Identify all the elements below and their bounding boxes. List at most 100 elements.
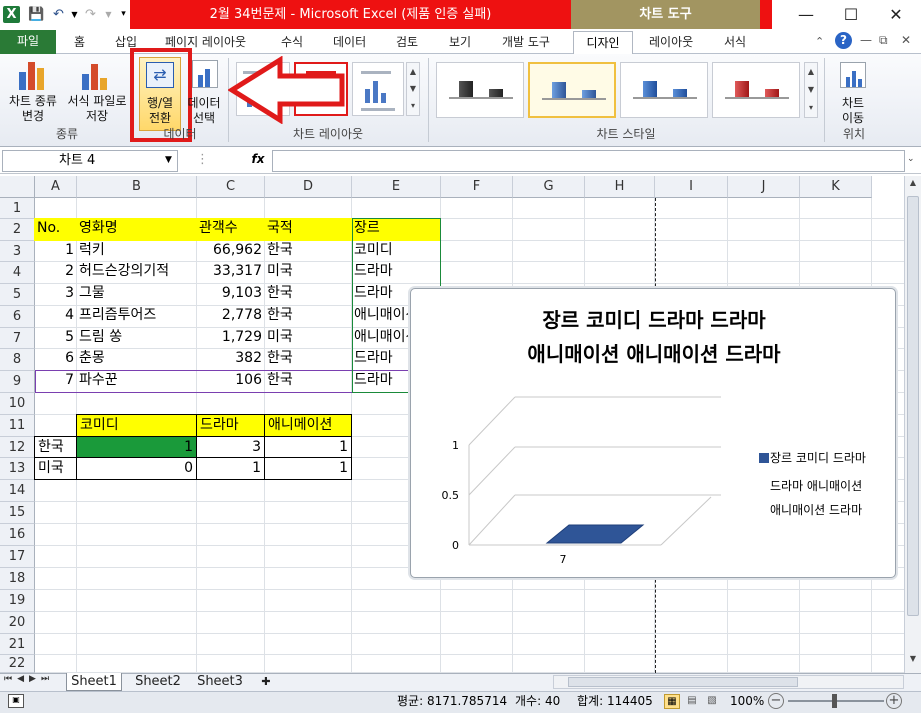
row-header[interactable]: 15 [0,502,35,524]
chart-layout-3[interactable] [352,62,404,116]
normal-view-icon[interactable]: ▦ [664,694,680,709]
table1-cell[interactable]: 한국 [264,348,352,371]
tab-view[interactable]: 보기 [443,32,477,54]
horizontal-scrollbar[interactable] [553,675,904,689]
zoom-in-icon[interactable]: + [886,693,902,709]
chart-title[interactable]: 장르 코미디 드라마 드라마 애니매이션 애니매이션 드라마 [411,303,897,371]
table1-cell[interactable]: 4 [34,305,77,328]
select-data-button[interactable]: 데이터 선택 [182,96,226,126]
close-icon[interactable]: ✕ [882,4,910,26]
table1-cell[interactable]: 382 [196,348,265,371]
style-gallery-scroll[interactable]: ▲ ▼ ▾ [804,62,818,118]
scroll-down-icon[interactable]: ▼ [907,654,919,668]
tab-data[interactable]: 데이터 [327,32,372,54]
table2-cell[interactable]: 미국 [34,457,77,480]
zoom-out-icon[interactable]: − [768,693,784,709]
row-header[interactable]: 16 [0,524,35,546]
row-header[interactable]: 10 [0,393,35,415]
column-header[interactable]: B [77,176,197,198]
legend-line-1[interactable]: 장르 코미디 드라마 [770,447,866,469]
table1-cell[interactable]: 한국 [264,240,352,262]
row-header[interactable]: 13 [0,458,35,480]
table2-cell[interactable]: 0 [76,457,197,480]
table1-header[interactable]: 영화명 [76,218,197,241]
formula-input[interactable] [272,150,905,172]
plot-area[interactable]: 00.51 7 [411,385,751,571]
tab-layout[interactable]: 레이아웃 [643,32,699,54]
tab-home[interactable]: 홈 [68,32,91,54]
doc-restore-icon[interactable]: ⧉ [879,33,888,48]
column-header[interactable]: C [197,176,265,198]
table1-cell[interactable]: 1 [34,240,77,262]
embedded-chart[interactable]: 장르 코미디 드라마 드라마 애니매이션 애니매이션 드라마 0 0.5 1 7 장… [410,288,896,578]
row-header[interactable]: 12 [0,437,35,458]
table1-cell[interactable]: 그물 [76,283,197,306]
table2-cell[interactable]: 1 [264,436,352,458]
tab-review[interactable]: 검토 [390,32,424,54]
page-break-view-icon[interactable]: ▧ [704,694,720,709]
table1-header[interactable]: 관객수 [196,218,265,241]
sheet-tab-3[interactable]: Sheet3 [192,673,248,691]
legend-line-3[interactable]: 애니매이션 드라마 [770,499,862,521]
row-header[interactable]: 5 [0,284,35,306]
table1-cell[interactable]: 한국 [264,305,352,328]
tab-formulas[interactable]: 수식 [275,32,309,54]
table2-header[interactable]: 애니메이션 [264,414,352,437]
doc-close-icon[interactable]: ✕ [901,33,911,47]
row-header[interactable]: 18 [0,568,35,590]
tab-design[interactable]: 디자인 [573,31,633,55]
chart-style-3[interactable] [620,62,708,118]
save-icon[interactable]: 💾 [28,6,45,23]
name-box[interactable]: 차트 4 [2,150,178,172]
row-header[interactable]: 19 [0,590,35,612]
page-layout-view-icon[interactable]: ▤ [684,694,700,709]
layout-gallery-scroll[interactable]: ▲ ▼ ▾ [406,62,420,116]
row-header[interactable]: 8 [0,349,35,371]
move-chart-button[interactable]: 차트 이동 [830,96,876,126]
row-header[interactable]: 17 [0,546,35,568]
table2-cell[interactable]: 1 [264,457,352,480]
table1-cell[interactable]: 2,778 [196,305,265,328]
redo-icon[interactable]: ↷ [82,6,99,23]
table1-cell[interactable]: 33,317 [196,261,265,284]
doc-minimize-icon[interactable]: — [860,33,872,47]
minimize-ribbon-icon[interactable]: ⌃ [815,35,824,48]
row-header[interactable]: 14 [0,480,35,502]
table1-cell[interactable]: 럭키 [76,240,197,262]
table1-cell[interactable]: 66,962 [196,240,265,262]
table2-header[interactable] [34,414,77,437]
column-header[interactable]: D [265,176,352,198]
tab-format[interactable]: 서식 [718,32,752,54]
table1-cell[interactable]: 6 [34,348,77,371]
minimize-icon[interactable]: — [792,4,820,26]
table2-header[interactable]: 드라마 [196,414,265,437]
table1-cell[interactable]: 한국 [264,283,352,306]
tab-developer[interactable]: 개발 도구 [496,32,556,54]
table2-cell[interactable]: 1 [76,436,197,458]
vertical-scroll-thumb[interactable] [907,196,919,616]
row-header[interactable]: 6 [0,306,35,328]
chart-style-4[interactable] [712,62,800,118]
column-header[interactable]: E [352,176,441,198]
zoom-level[interactable]: 100% [730,691,764,712]
insert-sheet-icon[interactable]: ✚ [256,673,276,691]
switch-row-column-button[interactable]: 행/열 전환 [139,96,181,126]
name-box-dropdown-icon[interactable]: ▼ [165,155,172,165]
row-header[interactable]: 3 [0,241,35,262]
macro-record-icon[interactable]: ▣ [8,694,24,708]
column-header[interactable]: F [441,176,513,198]
row-header[interactable]: 22 [0,655,35,673]
change-chart-type-button[interactable]: 차트 종류 변경 [4,94,62,124]
sheet-tab-1[interactable]: Sheet1 [66,673,122,691]
undo-icon[interactable]: ↶ [50,6,67,23]
row-header[interactable]: 4 [0,262,35,284]
row-header[interactable]: 21 [0,634,35,655]
row-header[interactable]: 2 [0,219,35,241]
sheet-nav-icons[interactable]: ⏮◀▶⏭ [4,674,54,684]
table1-header[interactable]: 국적 [264,218,352,241]
table1-cell[interactable]: 미국 [264,261,352,284]
column-header[interactable]: A [35,176,77,198]
legend-line-2[interactable]: 드라마 애니매이션 [770,475,862,497]
table1-cell[interactable]: 춘몽 [76,348,197,371]
row-header[interactable]: 9 [0,371,35,393]
